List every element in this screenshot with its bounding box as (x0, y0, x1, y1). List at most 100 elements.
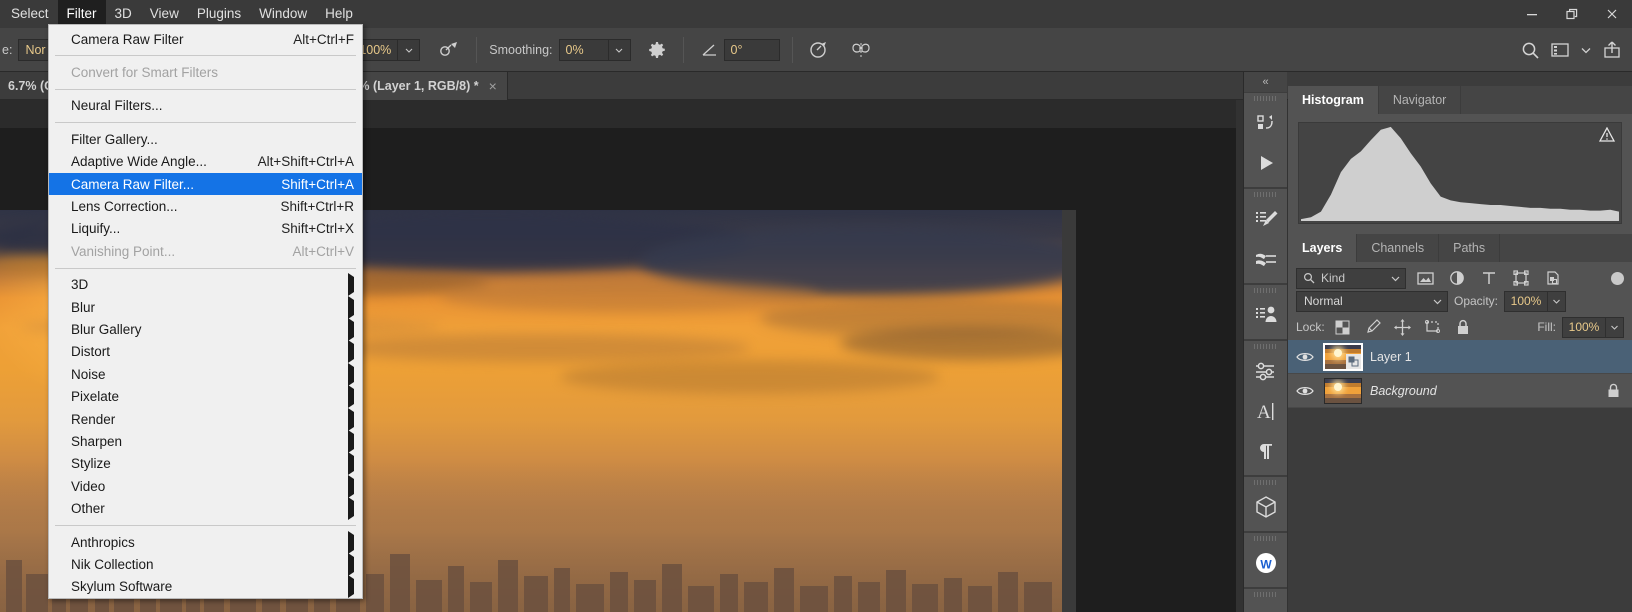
menu-item-adaptive-wide-angle[interactable]: Adaptive Wide Angle... Alt+Shift+Ctrl+A (49, 151, 362, 173)
fill-input[interactable]: 100% (1562, 316, 1606, 338)
gear-icon[interactable] (643, 36, 671, 64)
play-icon[interactable] (1244, 143, 1287, 183)
pressure-size-icon[interactable] (805, 36, 833, 64)
menu-item-pixelate[interactable]: Pixelate (49, 385, 362, 409)
menu-item-convert-for-smart-filters[interactable]: Convert for Smart Filters (49, 61, 362, 83)
layers-panel-tabs: Layers Channels Paths (1288, 234, 1632, 262)
character-icon[interactable]: A (1244, 391, 1287, 431)
chevron-down-icon[interactable] (1576, 36, 1596, 64)
menu-item-skylum-software[interactable]: Skylum Software (49, 575, 362, 599)
layer-kind-filter[interactable]: Kind (1296, 267, 1406, 289)
menu-item-anthropics[interactable]: Anthropics (49, 530, 362, 554)
search-icon[interactable] (1516, 36, 1544, 64)
menu-item-other[interactable]: Other (49, 497, 362, 521)
options-right-icons (1516, 28, 1626, 72)
submenu-arrow-icon (348, 497, 354, 521)
lock-label: Lock: (1296, 320, 1325, 334)
drag-grip[interactable] (1244, 189, 1287, 199)
clone-source-icon[interactable] (1244, 295, 1287, 335)
opacity-input[interactable]: 100% (1504, 290, 1549, 312)
smoothing-chevron-down-icon[interactable] (608, 38, 631, 61)
layer-name[interactable]: Background (1370, 384, 1599, 398)
layer-thumbnail[interactable] (1324, 377, 1362, 404)
tab-channels[interactable]: Channels (1357, 234, 1440, 262)
smoothing-input[interactable]: 0% (558, 38, 609, 61)
menu-item-neural-filters[interactable]: Neural Filters... (49, 95, 362, 117)
flow-chevron-down-icon[interactable] (398, 38, 421, 61)
tab-histogram[interactable]: Histogram (1288, 86, 1379, 114)
menu-item-liquify[interactable]: Liquify... Shift+Ctrl+X (49, 218, 362, 240)
close-icon[interactable]: × (489, 78, 497, 94)
drag-grip[interactable] (1244, 589, 1287, 599)
smart-object-filter-icon[interactable] (1540, 267, 1566, 289)
filter-menu-section-5: Anthropics Nik Collection Skylum Softwar… (49, 530, 362, 599)
layer-row-layer-1[interactable]: Layer 1 (1288, 340, 1632, 374)
histogram-chart[interactable] (1298, 122, 1622, 224)
opacity-chevron-down-icon[interactable] (1548, 290, 1567, 312)
workspace-icon[interactable] (1546, 36, 1574, 64)
layer-thumbnail[interactable] (1323, 342, 1363, 371)
actions-icon[interactable] (1244, 103, 1287, 143)
drag-grip[interactable] (1244, 477, 1287, 487)
menu-item-blur[interactable]: Blur (49, 295, 362, 319)
libraries-icon[interactable] (1244, 599, 1287, 612)
menu-item-blur-gallery[interactable]: Blur Gallery (49, 317, 362, 341)
menu-item-distort[interactable]: Distort (49, 340, 362, 364)
menu-item-3d[interactable]: 3D (49, 273, 362, 297)
drag-grip[interactable] (1244, 285, 1287, 295)
chevron-down-icon[interactable] (1432, 296, 1443, 307)
type-layer-filter-icon[interactable] (1476, 267, 1502, 289)
menu-item-camera-raw-filter[interactable]: Camera Raw Filter... Shift+Ctrl+A (49, 172, 362, 196)
menu-item-noise[interactable]: Noise (49, 362, 362, 386)
lock-position-icon[interactable] (1391, 316, 1415, 338)
drag-grip[interactable] (1244, 341, 1287, 351)
layer-row-background[interactable]: Background (1288, 374, 1632, 408)
filter-toggle[interactable] (1611, 271, 1624, 285)
tab-navigator[interactable]: Navigator (1378, 86, 1462, 114)
collapse-panels-button[interactable]: « (1244, 72, 1287, 92)
fill-chevron-down-icon[interactable] (1606, 316, 1624, 338)
menu-item-lens-correction[interactable]: Lens Correction... Shift+Ctrl+R (49, 195, 362, 217)
angle-input[interactable]: 0° (723, 38, 780, 61)
menu-item-stylize[interactable]: Stylize (49, 452, 362, 476)
tab-paths[interactable]: Paths (1439, 234, 1501, 262)
filter-menu-popup[interactable]: Camera Raw Filter Alt+Ctrl+F Convert for… (48, 24, 363, 599)
close-icon[interactable] (1592, 0, 1632, 28)
adjustments-icon[interactable] (1244, 351, 1287, 391)
canvas-vertical-scrollbar[interactable] (1062, 210, 1076, 612)
drag-grip[interactable] (1244, 533, 1287, 543)
brush-settings-icon[interactable] (1244, 239, 1287, 279)
eye-icon[interactable] (1294, 385, 1316, 397)
menu-item-filter-gallery[interactable]: Filter Gallery... (49, 128, 362, 150)
shape-layer-filter-icon[interactable] (1508, 267, 1534, 289)
cached-data-warning-icon[interactable] (1599, 127, 1615, 142)
lock-all-icon[interactable] (1451, 316, 1475, 338)
lock-artboard-nesting-icon[interactable] (1421, 316, 1445, 338)
minimize-icon[interactable] (1512, 0, 1552, 28)
menu-item-video[interactable]: Video (49, 474, 362, 498)
menu-item-nik-collection[interactable]: Nik Collection (49, 552, 362, 576)
menu-item-camera-raw-filter-repeat[interactable]: Camera Raw Filter Alt+Ctrl+F (49, 28, 362, 50)
layer-name[interactable]: Layer 1 (1370, 350, 1626, 364)
blend-mode-select[interactable]: Normal (1296, 290, 1448, 312)
menu-item-sharpen[interactable]: Sharpen (49, 429, 362, 453)
airbrush-icon[interactable] (436, 36, 464, 64)
brushes-icon[interactable] (1244, 199, 1287, 239)
drag-grip[interactable] (1244, 93, 1287, 103)
lock-transparent-pixels-icon[interactable] (1331, 316, 1355, 338)
3d-cube-icon[interactable] (1244, 487, 1287, 527)
paragraph-icon[interactable] (1244, 431, 1287, 471)
restore-icon[interactable] (1552, 0, 1592, 28)
chevron-down-icon[interactable] (1390, 273, 1401, 284)
menu-item-vanishing-point[interactable]: Vanishing Point... Alt+Ctrl+V (49, 240, 362, 262)
symmetry-butterfly-icon[interactable] (847, 36, 875, 64)
lock-image-pixels-icon[interactable] (1361, 316, 1385, 338)
share-icon[interactable] (1598, 36, 1626, 64)
tab-layers[interactable]: Layers (1288, 234, 1358, 262)
tabs-spacer (1461, 86, 1632, 114)
wacom-icon[interactable]: W (1244, 543, 1287, 583)
pixel-layer-filter-icon[interactable] (1412, 267, 1438, 289)
adjustment-layer-filter-icon[interactable] (1444, 267, 1470, 289)
menu-item-render[interactable]: Render (49, 407, 362, 431)
eye-icon[interactable] (1294, 351, 1316, 363)
